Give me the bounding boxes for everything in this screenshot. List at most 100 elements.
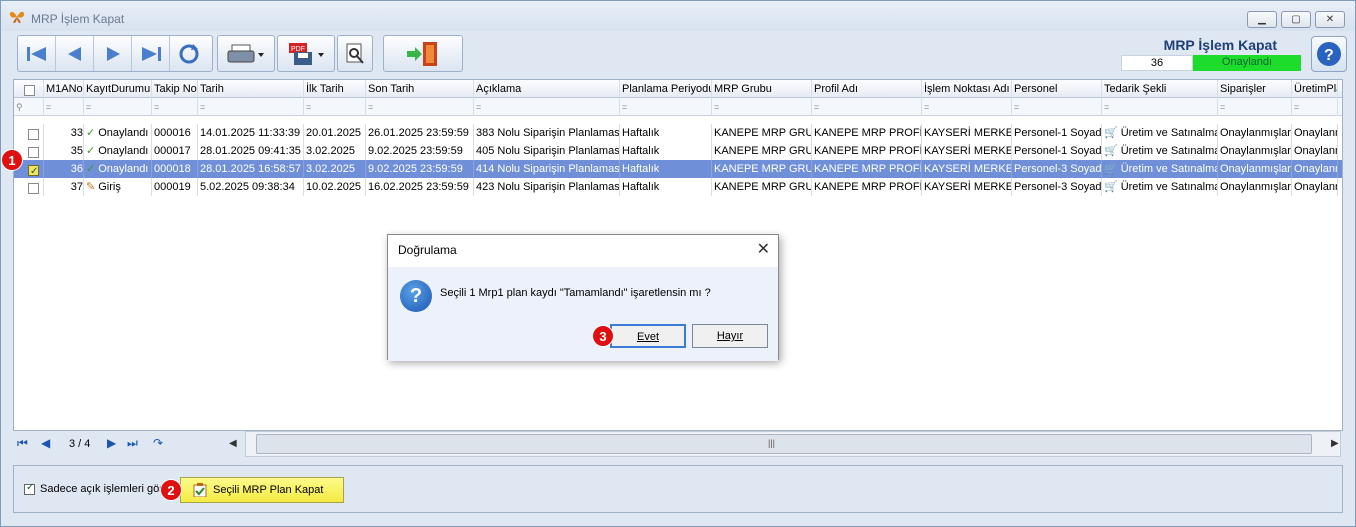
column-header[interactable]: M1ANo xyxy=(44,80,84,98)
cell-text: 000018 xyxy=(154,163,191,175)
svg-text:PDF: PDF xyxy=(291,46,305,53)
column-header[interactable]: MRP Grubu xyxy=(712,80,812,98)
next-icon xyxy=(106,46,120,61)
open-only-checkbox[interactable] xyxy=(24,482,35,495)
yes-button[interactable]: Evet xyxy=(610,324,686,348)
help-button[interactable]: ? xyxy=(1311,36,1347,72)
search-group[interactable] xyxy=(337,35,373,72)
filter-cell[interactable]: = xyxy=(922,98,1012,116)
filter-cell[interactable]: = xyxy=(1292,98,1338,116)
select-all-column[interactable] xyxy=(14,80,44,98)
cell-text: Onaylanmışlar xyxy=(1220,181,1291,193)
maximize-button[interactable]: ▢ xyxy=(1281,11,1311,28)
column-header[interactable]: Açıklama xyxy=(474,80,620,98)
column-header[interactable]: İşlem Noktası Adı xyxy=(922,80,1012,98)
pager-first-icon[interactable]: ⏮ xyxy=(17,436,28,451)
filter-cell[interactable]: = xyxy=(1218,98,1292,116)
filter-cell[interactable]: = xyxy=(1012,98,1102,116)
cell-text: KANEPE MRP GRUP xyxy=(714,181,812,193)
no-button[interactable]: Hayır xyxy=(692,324,768,348)
close-selected-plan-button[interactable]: Seçili MRP Plan Kapat xyxy=(180,477,344,503)
dialog-title: Doğrulama xyxy=(398,243,457,257)
check-icon: ✓ xyxy=(86,163,96,175)
pager-last-icon[interactable]: ⏭ xyxy=(127,436,138,451)
cell-profil: KANEPE MRP PROFİLİ xyxy=(812,160,922,178)
column-header[interactable]: Siparişler xyxy=(1218,80,1292,98)
cell-text: 414 Nolu Siparişin Planlaması xyxy=(476,163,620,175)
cell-text: Onaylandı xyxy=(98,145,149,157)
table-row[interactable]: 35 ✓ Onaylandı 000017 28.01.2025 09:41:35 3.0… xyxy=(14,142,1342,160)
column-header[interactable]: Tarih xyxy=(198,80,304,98)
pdf-export-button[interactable]: PDF xyxy=(278,36,334,71)
table-row[interactable]: 33 ✓ Onaylandı 000016 14.01.2025 11:33:39 20.… xyxy=(14,124,1342,142)
dialog-close-icon[interactable]: ✕ xyxy=(757,239,770,259)
row-checkbox[interactable] xyxy=(28,129,39,141)
filter-cell[interactable]: = xyxy=(152,98,198,116)
next-record-button[interactable] xyxy=(94,36,132,71)
prev-record-button[interactable] xyxy=(56,36,94,71)
cell-text: 28.01.2025 09:41:35 xyxy=(200,145,301,157)
filter-icon[interactable]: ⚲ xyxy=(14,98,44,116)
column-header[interactable]: Takip No xyxy=(152,80,198,98)
filter-cell[interactable]: = xyxy=(84,98,152,116)
filter-cell[interactable]: = xyxy=(304,98,366,116)
pager-refresh-icon[interactable]: ↷ xyxy=(153,436,163,450)
filter-cell[interactable]: = xyxy=(1102,98,1218,116)
cell-no: 36 xyxy=(44,160,84,178)
minimize-button[interactable]: ▁ xyxy=(1247,11,1277,28)
filter-cell[interactable]: = xyxy=(620,98,712,116)
record-number: 36 xyxy=(1121,55,1193,71)
column-header[interactable]: KayıtDurumu xyxy=(84,80,152,98)
row-checkbox[interactable] xyxy=(28,163,39,178)
search-document-icon xyxy=(346,43,364,64)
exit-group[interactable] xyxy=(383,35,463,72)
table-row[interactable]: 36✓Onaylandı00001828.01.2025 16:58:573.0… xyxy=(14,160,1342,178)
cell-tarih: 5.02.2025 09:38:34 xyxy=(198,178,304,196)
column-header[interactable]: Son Tarih xyxy=(366,80,474,98)
filter-cell[interactable]: = xyxy=(44,98,84,116)
row-select-cell[interactable] xyxy=(14,178,44,196)
cell-son: 26.01.2025 23:59:59 xyxy=(366,124,474,142)
filter-cell[interactable]: = xyxy=(366,98,474,116)
row-select-cell[interactable] xyxy=(14,124,44,142)
pager-prev-icon[interactable]: ◀ xyxy=(41,436,50,450)
column-header[interactable]: Personel xyxy=(1012,80,1102,98)
row-checkbox[interactable] xyxy=(28,183,39,195)
first-record-button[interactable] xyxy=(18,36,56,71)
filter-cell[interactable]: = xyxy=(812,98,922,116)
print-group[interactable] xyxy=(217,35,275,72)
cell-takip: 000018 xyxy=(152,160,198,178)
filter-cell[interactable]: = xyxy=(198,98,304,116)
step-badge-1: 1 xyxy=(1,149,23,171)
last-record-button[interactable] xyxy=(132,36,170,71)
horizontal-scrollbar[interactable]: ||| xyxy=(245,431,1341,457)
column-header[interactable]: İlk Tarih xyxy=(304,80,366,98)
cell-text: 3.02.2025 xyxy=(306,145,355,157)
scroll-thumb[interactable] xyxy=(256,434,1312,454)
check-icon: ✓ xyxy=(86,145,96,157)
print-button[interactable] xyxy=(218,36,274,71)
pager-next-icon[interactable]: ▶ xyxy=(107,436,116,450)
cell-text: 28.01.2025 16:58:57 xyxy=(200,163,301,175)
close-window-button[interactable]: ✕ xyxy=(1315,11,1345,28)
search-doc-button[interactable] xyxy=(338,36,372,71)
column-header[interactable]: ÜretimPla xyxy=(1292,80,1338,98)
cell-status: ✓ Onaylandı xyxy=(84,160,152,178)
column-header[interactable]: Profil Adı xyxy=(812,80,922,98)
column-header[interactable]: Planlama Periyodu xyxy=(620,80,712,98)
refresh-button[interactable] xyxy=(170,36,208,71)
cell-text: 383 Nolu Siparişin Planlaması xyxy=(476,127,620,139)
cell-text: Üretim ve Satınalma xyxy=(1120,145,1218,157)
cell-text: Personel-3 Soyad xyxy=(1014,181,1102,193)
filter-cell[interactable]: = xyxy=(712,98,812,116)
cell-text: Onaylanmı xyxy=(1294,181,1337,193)
filter-cell[interactable]: = xyxy=(474,98,620,116)
scroll-left-arrow[interactable]: ◀ xyxy=(229,438,237,449)
exit-button[interactable] xyxy=(384,36,462,71)
scroll-right-arrow[interactable]: ▶ xyxy=(1331,438,1339,449)
row-checkbox[interactable] xyxy=(28,147,39,159)
table-row[interactable]: 37 ✎ Giriş 000019 5.02.2025 09:38:34 10.02.20… xyxy=(14,178,1342,196)
export-group[interactable]: PDF xyxy=(277,35,335,72)
select-all-checkbox[interactable] xyxy=(24,85,35,97)
column-header[interactable]: Tedarik Şekli xyxy=(1102,80,1218,98)
